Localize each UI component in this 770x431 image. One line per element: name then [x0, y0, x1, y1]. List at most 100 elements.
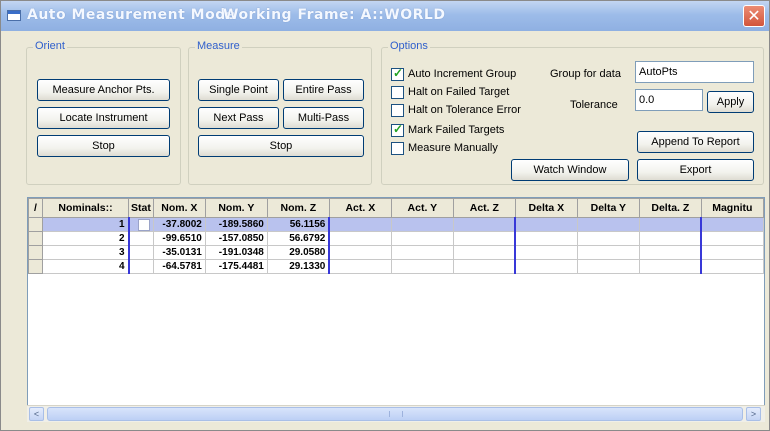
nom-y-cell[interactable]: -189.5860: [204, 217, 268, 232]
delta-x-cell[interactable]: [514, 231, 578, 246]
orient-group-label: Orient: [33, 40, 67, 52]
nominal-cell[interactable]: 3: [42, 245, 130, 260]
working-frame-label: Working Frame: A::WORLD: [223, 7, 446, 23]
column-header-act-x[interactable]: Act. X: [328, 198, 392, 218]
delta-z-cell[interactable]: [638, 245, 703, 260]
nom-z-cell[interactable]: 56.1156: [266, 217, 331, 232]
measure-manually-checkbox[interactable]: [391, 142, 404, 155]
row-header[interactable]: [28, 231, 43, 246]
entire-pass-button[interactable]: Entire Pass: [283, 79, 364, 101]
magnitude-cell[interactable]: [700, 217, 764, 232]
single-point-button[interactable]: Single Point: [198, 79, 279, 101]
act-z-cell[interactable]: [452, 259, 517, 274]
export-button[interactable]: Export: [637, 159, 754, 181]
apply-button[interactable]: Apply: [707, 91, 754, 113]
column-header-nominals[interactable]: Nominals::: [42, 198, 129, 218]
column-header-delta-y[interactable]: Delta Y: [576, 198, 640, 218]
group-for-data-input[interactable]: [635, 61, 754, 83]
delta-x-cell[interactable]: [514, 217, 578, 232]
orient-stop-button[interactable]: Stop: [37, 135, 170, 157]
act-x-cell[interactable]: [328, 259, 392, 274]
stat-cell[interactable]: [128, 231, 154, 246]
nom-x-cell[interactable]: -37.8002: [152, 217, 206, 232]
halt-on-tolerance-error-checkbox[interactable]: [391, 104, 404, 117]
scroll-left-icon[interactable]: <: [29, 407, 44, 421]
nom-y-cell[interactable]: -191.0348: [204, 245, 268, 260]
nom-z-cell[interactable]: 29.0580: [266, 245, 331, 260]
column-header-act-z[interactable]: Act. Z: [452, 198, 516, 218]
column-header-delta-z[interactable]: Delta. Z: [638, 198, 702, 218]
delta-y-cell[interactable]: [576, 259, 640, 274]
column-header-nom-y[interactable]: Nom. Y: [204, 198, 268, 218]
delta-y-cell[interactable]: [576, 245, 640, 260]
magnitude-cell[interactable]: [700, 231, 764, 246]
nom-y-cell[interactable]: -157.0850: [204, 231, 268, 246]
watch-window-button[interactable]: Watch Window: [511, 159, 629, 181]
nom-x-cell[interactable]: -99.6510: [152, 231, 206, 246]
nom-y-cell[interactable]: -175.4481: [204, 259, 268, 274]
nominal-cell[interactable]: 4: [42, 259, 130, 274]
mark-failed-targets-checkbox[interactable]: [391, 122, 404, 137]
magnitude-cell[interactable]: [700, 245, 764, 260]
close-icon[interactable]: ✕: [743, 5, 765, 27]
delta-x-cell[interactable]: [514, 259, 578, 274]
act-z-cell[interactable]: [452, 231, 517, 246]
delta-z-cell[interactable]: [638, 231, 703, 246]
nom-z-cell[interactable]: 56.6792: [266, 231, 331, 246]
nom-z-cell[interactable]: 29.1330: [266, 259, 331, 274]
delta-z-cell[interactable]: [638, 259, 703, 274]
magnitude-cell[interactable]: [700, 259, 764, 274]
auto-measurement-window: Auto Measurement Mode Working Frame: A::…: [0, 0, 770, 431]
column-header-nom-z[interactable]: Nom. Z: [266, 198, 330, 218]
act-x-cell[interactable]: [328, 245, 392, 260]
nominal-cell[interactable]: 2: [42, 231, 130, 246]
scrollbar-thumb[interactable]: [47, 407, 743, 421]
act-x-cell[interactable]: [328, 231, 392, 246]
halt-on-failed-target-checkbox[interactable]: [391, 86, 404, 99]
delta-y-cell[interactable]: [576, 231, 640, 246]
act-z-cell[interactable]: [452, 217, 517, 232]
horizontal-scrollbar[interactable]: < >: [27, 405, 765, 422]
append-to-report-button[interactable]: Append To Report: [637, 131, 754, 153]
auto-increment-group-checkbox[interactable]: [391, 66, 404, 81]
nominals-grid[interactable]: / Nominals:: Stat Nom. X Nom. Y Nom. Z A…: [27, 197, 765, 419]
next-pass-button[interactable]: Next Pass: [198, 107, 279, 129]
delta-y-cell[interactable]: [576, 217, 640, 232]
stat-cell[interactable]: [128, 245, 154, 260]
measure-group-label: Measure: [195, 40, 242, 52]
delta-x-cell[interactable]: [514, 245, 578, 260]
title-bar[interactable]: Auto Measurement Mode Working Frame: A::…: [1, 1, 769, 31]
nom-x-cell[interactable]: -64.5781: [152, 259, 206, 274]
act-z-cell[interactable]: [452, 245, 517, 260]
multi-pass-button[interactable]: Multi-Pass: [283, 107, 364, 129]
table-row[interactable]: 2 -99.6510 -157.0850 56.6792: [28, 231, 764, 246]
scroll-right-icon[interactable]: >: [746, 407, 761, 421]
column-header-magnitude[interactable]: Magnitu: [700, 198, 764, 218]
column-header-stat[interactable]: Stat: [128, 198, 154, 218]
row-header[interactable]: [28, 245, 43, 260]
locate-instrument-button[interactable]: Locate Instrument: [37, 107, 170, 129]
measure-stop-button[interactable]: Stop: [198, 135, 364, 157]
delta-z-cell[interactable]: [638, 217, 703, 232]
row-header[interactable]: [28, 217, 43, 232]
stat-cell[interactable]: [128, 259, 154, 274]
nom-x-cell[interactable]: -35.0131: [152, 245, 206, 260]
act-y-cell[interactable]: [390, 217, 454, 232]
act-x-cell[interactable]: [328, 217, 392, 232]
column-header-act-y[interactable]: Act. Y: [390, 198, 454, 218]
row-header[interactable]: [28, 259, 43, 274]
act-y-cell[interactable]: [390, 245, 454, 260]
options-group-label: Options: [388, 40, 430, 52]
tolerance-input[interactable]: [635, 89, 703, 111]
measure-anchor-pts-button[interactable]: Measure Anchor Pts.: [37, 79, 170, 101]
stat-cell[interactable]: [128, 217, 154, 232]
corner-header[interactable]: /: [28, 198, 43, 218]
table-row[interactable]: 3 -35.0131 -191.0348 29.0580: [28, 245, 764, 260]
nominal-cell[interactable]: 1: [42, 217, 130, 232]
column-header-nom-x[interactable]: Nom. X: [152, 198, 206, 218]
table-row[interactable]: 4 -64.5781 -175.4481 29.1330: [28, 259, 764, 274]
act-y-cell[interactable]: [390, 231, 454, 246]
table-row[interactable]: 1 -37.8002 -189.5860 56.1156: [28, 217, 764, 232]
column-header-delta-x[interactable]: Delta X: [514, 198, 578, 218]
act-y-cell[interactable]: [390, 259, 454, 274]
